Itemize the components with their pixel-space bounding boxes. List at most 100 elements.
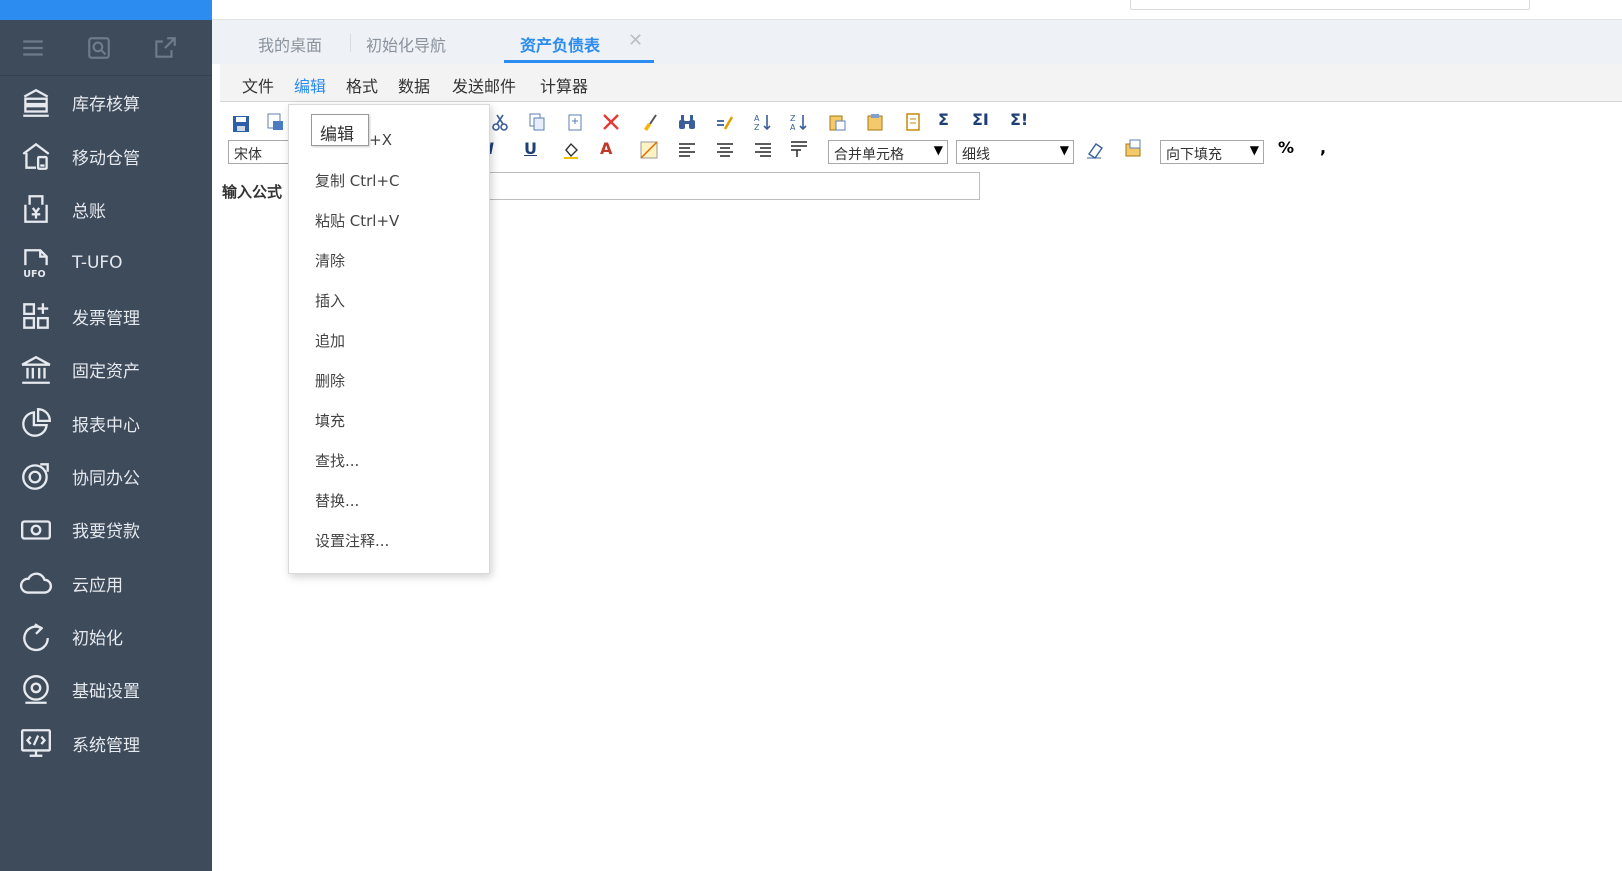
menu-item-insert[interactable]: 插入 [315, 290, 345, 311]
sort-ascending-icon[interactable]: AZ [750, 110, 776, 134]
refresh-icon [18, 619, 54, 655]
external-window-icon[interactable] [132, 20, 198, 76]
svg-text:A: A [790, 123, 796, 132]
menu-item-cut[interactable]: l+X [365, 131, 392, 149]
formula-input[interactable] [478, 172, 980, 200]
sidebar-item-system-management[interactable]: 系统管理 [0, 717, 212, 770]
bank-icon [18, 352, 54, 388]
svg-text:A: A [754, 114, 760, 123]
menu-file[interactable]: 文件 [242, 73, 274, 97]
align-right-icon[interactable] [750, 138, 776, 162]
sidebar-item-fixed-assets[interactable]: 固定资产 [0, 343, 212, 396]
sidebar-item-initialize[interactable]: 初始化 [0, 610, 212, 663]
menu-icon[interactable] [0, 20, 66, 76]
sum-column-button[interactable]: Σ! [1010, 110, 1028, 129]
sidebar-item-t-ufo[interactable]: UFO T-UFO [0, 236, 212, 289]
sidebar-item-cloud-apps[interactable]: 云应用 [0, 557, 212, 610]
menu-calculator[interactable]: 计算器 [540, 73, 588, 97]
sum-button[interactable]: Σ [938, 110, 949, 129]
paste-format-icon[interactable] [1120, 136, 1146, 160]
border-line-select[interactable]: 细线 ▼ [956, 140, 1074, 164]
fill-down-select[interactable]: 向下填充 ▼ [1160, 140, 1264, 164]
find-icon[interactable] [674, 110, 700, 134]
align-center-icon[interactable] [712, 138, 738, 162]
sidebar-item-basic-settings[interactable]: 基础设置 [0, 663, 212, 716]
wrap-text-icon[interactable] [786, 136, 812, 160]
border-style-icon[interactable] [636, 138, 662, 162]
sidebar-item-label: 基础设置 [72, 682, 140, 703]
sidebar-item-label: 报表中心 [72, 415, 140, 436]
menu-data[interactable]: 数据 [398, 73, 430, 97]
top-search-input[interactable] [1130, 0, 1530, 10]
close-icon[interactable]: ✕ [628, 30, 643, 51]
paste-special-icon[interactable] [824, 110, 850, 134]
percent-button[interactable]: % [1278, 138, 1294, 157]
font-color-button[interactable]: A [600, 139, 612, 158]
ledger-icon [18, 191, 54, 227]
sidebar-item-mobile-warehouse[interactable]: 移动仓管 [0, 129, 212, 182]
menu-item-set-comment[interactable]: 设置注释... [315, 530, 389, 551]
sidebar-item-label: 我要贷款 [72, 522, 140, 543]
menu-format[interactable]: 格式 [346, 73, 378, 97]
merge-cells-select[interactable]: 合并单元格 ▼ [828, 140, 948, 164]
dropdown-arrow-icon: ▼ [1249, 143, 1259, 157]
delete-icon[interactable] [598, 110, 624, 134]
sidebar-item-invoice[interactable]: 发票管理 [0, 290, 212, 343]
sidebar-item-ledger[interactable]: 总账 [0, 183, 212, 236]
menu-item-clear[interactable]: 清除 [315, 250, 345, 271]
cut-icon[interactable] [487, 110, 513, 134]
paste-values-icon[interactable] [862, 110, 888, 134]
screen-search-icon[interactable] [66, 20, 132, 76]
fill-color-icon[interactable] [558, 138, 584, 162]
comma-button[interactable]: , [1320, 138, 1326, 157]
tab-my-desktop[interactable]: 我的桌面 [258, 32, 322, 56]
tab-balance-sheet[interactable]: 资产负债表 [520, 32, 600, 56]
svg-text:Z: Z [754, 123, 760, 132]
format-brush-icon[interactable] [636, 110, 662, 134]
sidebar-item-label: 系统管理 [72, 735, 140, 756]
sidebar-toolbar [0, 20, 212, 76]
sidebar-item-inventory[interactable]: 库存核算 [0, 76, 212, 129]
copy-icon[interactable] [524, 110, 550, 134]
ufo-file-icon: UFO [18, 245, 54, 281]
sidebar-item-label: 云应用 [72, 575, 123, 596]
menu-send-email[interactable]: 发送邮件 [452, 73, 516, 97]
tab-separator [350, 34, 351, 52]
menu-item-fill[interactable]: 填充 [315, 410, 345, 431]
tab-init-guide[interactable]: 初始化导航 [366, 32, 446, 56]
menu-item-replace[interactable]: 替换... [315, 490, 359, 511]
svg-text:Z: Z [790, 114, 796, 123]
sum-row-button[interactable]: ΣI [972, 110, 989, 129]
sidebar-item-label: 固定资产 [72, 362, 140, 383]
menu-item-copy[interactable]: 复制 Ctrl+C [315, 170, 400, 191]
top-header [0, 0, 1622, 20]
eraser-icon[interactable] [1082, 138, 1108, 162]
menu-item-find[interactable]: 查找... [315, 450, 359, 471]
cloud-icon [18, 565, 54, 601]
svg-text:UFO: UFO [23, 269, 45, 280]
menu-item-paste[interactable]: 粘贴 Ctrl+V [315, 210, 399, 231]
sidebar-item-label: 移动仓管 [72, 148, 140, 169]
formula-label: 输入公式 [222, 183, 283, 201]
sort-descending-icon[interactable]: ZA [786, 110, 812, 134]
font-select-value: 宋体 [234, 147, 262, 163]
paste-icon[interactable] [562, 110, 588, 134]
fill-down-value: 向下填充 [1166, 147, 1222, 163]
sidebar-item-label: 发票管理 [72, 308, 140, 329]
sidebar-item-collaboration[interactable]: 协同办公 [0, 450, 212, 503]
sidebar-item-report-center[interactable]: 报表中心 [0, 396, 212, 449]
menu-item-append[interactable]: 追加 [315, 330, 345, 351]
menu-item-delete[interactable]: 删除 [315, 370, 345, 391]
save-as-icon[interactable] [262, 110, 288, 134]
align-left-icon[interactable] [674, 138, 700, 162]
document-icon[interactable] [900, 110, 926, 134]
replace-icon[interactable] [712, 110, 738, 134]
active-tab-indicator [504, 60, 654, 63]
save-icon[interactable] [228, 112, 254, 136]
font-select[interactable]: 宋体 [228, 140, 288, 164]
sidebar-item-loan[interactable]: 我要贷款 [0, 503, 212, 556]
sidebar-item-label: 总账 [72, 201, 106, 222]
underline-button[interactable]: U [524, 139, 537, 158]
menu-edit[interactable]: 编辑 [294, 73, 326, 97]
sidebar-item-label: T-UFO [72, 252, 123, 273]
